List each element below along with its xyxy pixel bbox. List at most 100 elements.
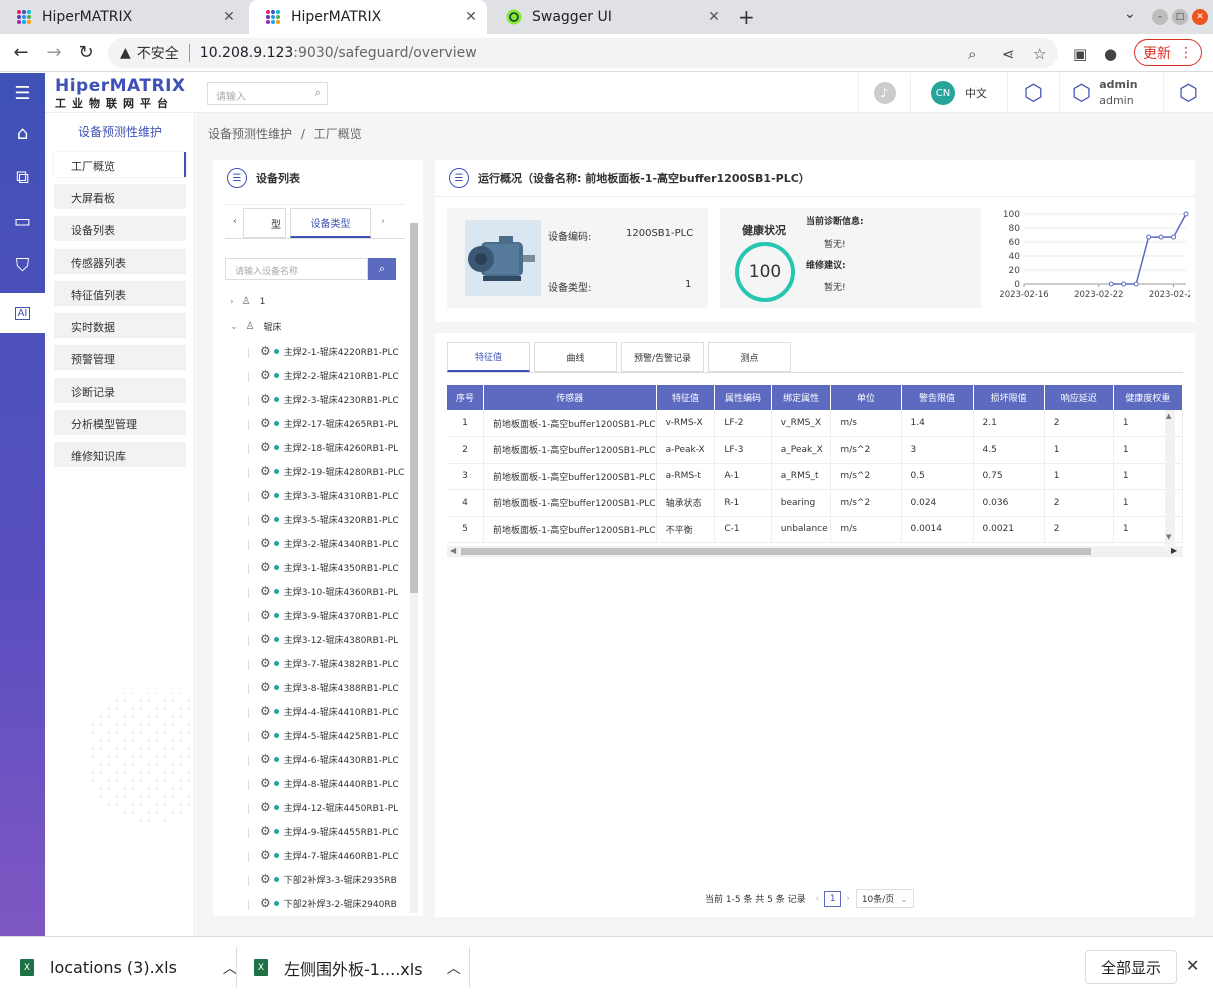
subnav-item-realtime-data[interactable]: 实时数据 bbox=[54, 313, 186, 338]
bookmark-star-icon[interactable]: ☆ bbox=[1033, 45, 1046, 63]
subnav-item-models[interactable]: 分析模型管理 bbox=[54, 410, 186, 435]
subnav-item-sensor-list[interactable]: 传感器列表 bbox=[54, 249, 186, 274]
close-tab-icon[interactable]: ✕ bbox=[706, 9, 722, 25]
monitor-icon[interactable]: ▭ bbox=[0, 201, 45, 241]
tree-leaf-node[interactable]: ⚙ 主焊3-3-辊床4310RB1-PLC bbox=[260, 488, 399, 502]
back-arrow-icon[interactable]: ← bbox=[10, 42, 32, 63]
hamburger-menu-icon[interactable]: ☰ bbox=[0, 73, 45, 113]
notification-cell[interactable]: ♪ bbox=[858, 73, 910, 113]
tab-scroll-left-icon[interactable]: ‹ bbox=[233, 216, 237, 227]
minimize-window-icon[interactable]: – bbox=[1152, 9, 1168, 25]
language-switch[interactable]: CN 中文 bbox=[910, 73, 1007, 113]
chevron-down-icon[interactable]: ⌄ bbox=[1124, 6, 1136, 22]
download-item[interactable]: X locations (3).xls ︿ bbox=[20, 937, 237, 998]
download-item[interactable]: X 左侧围外板-1....xls ︿ bbox=[254, 937, 461, 998]
tree-leaf-node[interactable]: ⚙ 主焊2-3-辊床4230RB1-PLC bbox=[260, 392, 399, 406]
table-vertical-scrollbar[interactable]: ▲ ▼ bbox=[1165, 410, 1175, 545]
tab-feature-values[interactable]: 特征值 bbox=[447, 342, 530, 372]
chevron-up-icon[interactable]: ︿ bbox=[447, 958, 461, 978]
tree-leaf-node[interactable]: ⚙ 下部2补焊3-3-辊床2935RB bbox=[260, 872, 397, 886]
tree-leaf-node[interactable]: ⚙ 主焊4-8-辊床4440RB1-PLC bbox=[260, 776, 399, 790]
tree-tab-partial[interactable]: 型 bbox=[243, 208, 286, 238]
tree-tab-device-type[interactable]: 设备类型 bbox=[290, 208, 371, 238]
scroll-down-icon[interactable]: ▼ bbox=[1166, 533, 1171, 541]
share-icon[interactable]: ⋖ bbox=[1002, 45, 1015, 63]
subnav-item-device-list[interactable]: 设备列表 bbox=[54, 216, 186, 241]
tab-alert-records[interactable]: 预警/告警记录 bbox=[621, 342, 704, 372]
shield-icon[interactable]: ⛉ bbox=[0, 245, 45, 285]
scroll-up-icon[interactable]: ▲ bbox=[1166, 412, 1171, 420]
user-menu[interactable]: ⬡ admin admin bbox=[1059, 73, 1163, 113]
close-tab-icon[interactable]: ✕ bbox=[221, 9, 237, 25]
table-row[interactable]: 4 前地板面板-1-高空buffer1200SB1-PLC 轴承状态 R-1 beari… bbox=[447, 489, 1183, 517]
scrollbar-thumb[interactable] bbox=[461, 548, 1091, 555]
profile-icon[interactable]: ● bbox=[1104, 45, 1117, 63]
home-icon[interactable]: ⌂ bbox=[0, 113, 45, 153]
tree-leaf-node[interactable]: ⚙ 主焊3-2-辊床4340RB1-PLC bbox=[260, 536, 399, 550]
table-row[interactable]: 1 前地板面板-1-高空buffer1200SB1-PLC v-RMS-X LF-2 v… bbox=[447, 410, 1183, 437]
logout-cell[interactable]: ⬡ bbox=[1163, 73, 1213, 113]
browser-tab-1[interactable]: HiperMATRIX ✕ bbox=[0, 0, 245, 34]
close-window-icon[interactable]: ✕ bbox=[1192, 9, 1208, 25]
tab-curves[interactable]: 曲线 bbox=[534, 342, 617, 372]
tree-leaf-node[interactable]: ⚙ 主焊3-8-辊床4388RB1-PLC bbox=[260, 680, 399, 694]
tree-leaf-node[interactable]: ⚙ 主焊3-12-辊床4380RB1-PL bbox=[260, 632, 398, 646]
ai-icon[interactable]: AI bbox=[0, 293, 45, 333]
tree-leaf-node[interactable]: ⚙ 主焊2-18-辊床4260RB1-PL bbox=[260, 440, 398, 454]
close-tab-icon[interactable]: ✕ bbox=[463, 9, 479, 25]
breadcrumb-parent[interactable]: 设备预测性维护 bbox=[208, 127, 292, 141]
tree-leaf-node[interactable]: ⚙ 主焊4-4-辊床4410RB1-PLC bbox=[260, 704, 399, 718]
scroll-right-icon[interactable]: ▶ bbox=[1171, 546, 1177, 555]
devices-icon[interactable]: ⧉ bbox=[0, 157, 45, 197]
update-button[interactable]: 更新 ⋮ bbox=[1134, 39, 1202, 66]
prev-page-icon[interactable]: ‹ bbox=[816, 894, 820, 904]
new-tab-icon[interactable]: + bbox=[738, 5, 755, 29]
scrollbar-thumb[interactable] bbox=[410, 223, 418, 593]
scroll-left-icon[interactable]: ◀ bbox=[450, 546, 456, 555]
tree-leaf-node[interactable]: ⚙ 主焊2-1-辊床4220RB1-PLC bbox=[260, 344, 399, 358]
subnav-item-dashboard[interactable]: 大屏看板 bbox=[54, 184, 186, 209]
chevron-up-icon[interactable]: ︿ bbox=[223, 958, 237, 978]
subnav-item-feature-list[interactable]: 特征值列表 bbox=[54, 281, 186, 306]
next-page-icon[interactable]: › bbox=[846, 894, 850, 904]
tree-leaf-node[interactable]: ⚙ 主焊2-2-辊床4210RB1-PLC bbox=[260, 368, 399, 382]
browser-tab-3[interactable]: Swagger UI ✕ bbox=[490, 0, 730, 34]
tree-leaf-node[interactable]: ⚙ 主焊3-9-辊床4370RB1-PLC bbox=[260, 608, 399, 622]
subnav-item-factory-overview[interactable]: 工厂概览 bbox=[54, 152, 186, 177]
tab-measure-points[interactable]: 测点 bbox=[708, 342, 791, 372]
tree-leaf-node[interactable]: ⚙ 主焊3-10-辊床4360RB1-PL bbox=[260, 584, 398, 598]
tree-leaf-node[interactable]: ⚙ 主焊3-7-辊床4382RB1-PLC bbox=[260, 656, 399, 670]
tree-scrollbar[interactable] bbox=[410, 223, 418, 913]
tree-leaf-node[interactable]: ⚙ 主焊3-5-辊床4320RB1-PLC bbox=[260, 512, 399, 526]
tree-leaf-node[interactable]: ⚙ 主焊4-5-辊床4425RB1-PLC bbox=[260, 728, 399, 742]
subnav-item-diagnosis[interactable]: 诊断记录 bbox=[54, 378, 186, 403]
table-horizontal-scrollbar[interactable]: ◀ ▶ bbox=[447, 546, 1183, 556]
page-size-select[interactable]: 10条/页 ⌄ bbox=[855, 889, 914, 908]
device-search-input[interactable]: 请输入设备名称 bbox=[225, 258, 368, 280]
zoom-icon[interactable]: ⌕ bbox=[968, 45, 976, 63]
browser-tab-2[interactable]: HiperMATRIX ✕ bbox=[249, 0, 487, 34]
tree-leaf-node[interactable]: ⚙ 主焊4-9-辊床4455RB1-PLC bbox=[260, 824, 399, 838]
device-search-button[interactable]: ⌕ bbox=[368, 258, 396, 280]
tree-leaf-node[interactable]: ⚙ 主焊3-1-辊床4350RB1-PLC bbox=[260, 560, 399, 574]
tree-leaf-node[interactable]: ⚙ 主焊4-12-辊床4450RB1-PL bbox=[260, 800, 398, 814]
table-row[interactable]: 2 前地板面板-1-高空buffer1200SB1-PLC a-Peak-X LF-3… bbox=[447, 436, 1183, 464]
reload-icon[interactable]: ↻ bbox=[75, 42, 97, 63]
sidebar-icon[interactable]: ▣ bbox=[1073, 45, 1087, 63]
tree-leaf-node[interactable]: ⚙ 主焊4-6-辊床4430RB1-PLC bbox=[260, 752, 399, 766]
forward-arrow-icon[interactable]: → bbox=[43, 42, 65, 63]
table-row[interactable]: 3 前地板面板-1-高空buffer1200SB1-PLC a-RMS-t A-1 a_… bbox=[447, 463, 1183, 490]
maximize-window-icon[interactable]: □ bbox=[1172, 9, 1188, 25]
tree-leaf-node[interactable]: ⚙ 下部2补焊3-2-辊床2940RB bbox=[260, 896, 397, 910]
address-bar[interactable]: ▲ 不安全 10.208.9.123:9030/safeguard/overvi… bbox=[108, 38, 1058, 68]
tree-root-node[interactable]: ⌄ ♙ 辊床 bbox=[230, 320, 282, 333]
subnav-item-knowledge[interactable]: 维修知识库 bbox=[54, 442, 186, 467]
tree-root-node[interactable]: › ♙ 1 bbox=[230, 296, 265, 307]
page-number[interactable]: 1 bbox=[824, 890, 842, 907]
subnav-item-alerts[interactable]: 预警管理 bbox=[54, 345, 186, 370]
tree-leaf-node[interactable]: ⚙ 主焊4-7-辊床4460RB1-PLC bbox=[260, 848, 399, 862]
tab-scroll-right-icon[interactable]: › bbox=[381, 216, 385, 227]
header-search-input[interactable]: 请输入 ⌕ bbox=[207, 82, 328, 105]
tree-leaf-node[interactable]: ⚙ 主焊2-19-辊床4280RB1-PLC bbox=[260, 464, 404, 478]
tree-leaf-node[interactable]: ⚙ 主焊2-17-辊床4265RB1-PL bbox=[260, 416, 398, 430]
